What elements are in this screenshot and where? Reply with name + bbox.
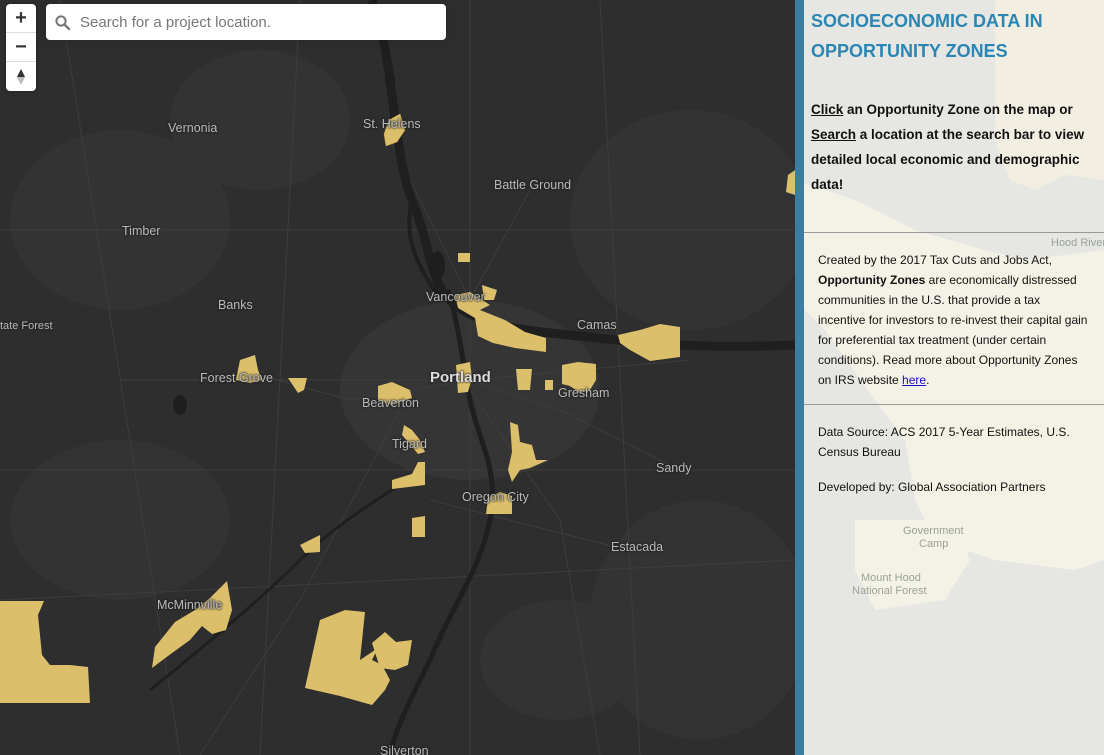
desc-after: are economically distressed communities … bbox=[818, 273, 1088, 387]
intro-text-1: an Opportunity Zone on the map or bbox=[843, 102, 1073, 117]
zoom-control: + − bbox=[6, 4, 36, 91]
zone-west[interactable] bbox=[0, 601, 90, 703]
city-label-forest-grove: Forest Grove bbox=[200, 371, 273, 385]
city-label-camas: Camas bbox=[577, 318, 617, 332]
city-label-banks: Banks bbox=[218, 298, 253, 312]
irs-link[interactable]: here bbox=[902, 373, 926, 387]
search-bar bbox=[46, 4, 446, 40]
city-label-beaverton: Beaverton bbox=[362, 396, 419, 410]
city-label-estacada: Estacada bbox=[611, 540, 664, 554]
city-label-battle-ground: Battle Ground bbox=[494, 178, 572, 192]
compass-button[interactable] bbox=[6, 62, 36, 91]
intro-search: Search bbox=[811, 127, 857, 142]
desc-before: Created by the 2017 Tax Cuts and Jobs Ac… bbox=[818, 253, 1052, 267]
zone-camas[interactable] bbox=[618, 324, 680, 361]
zoom-in-button[interactable]: + bbox=[6, 4, 36, 33]
zone-portland-east-1[interactable] bbox=[516, 369, 532, 390]
search-input[interactable] bbox=[80, 4, 440, 40]
city-label-vernonia: Vernonia bbox=[168, 121, 218, 135]
developed-by: Developed by: Global Association Partner… bbox=[818, 480, 1046, 494]
city-label-silverton: Silverton bbox=[380, 744, 429, 755]
zone-vancouver-north[interactable] bbox=[458, 253, 470, 262]
search-icon bbox=[55, 15, 71, 31]
zoom-out-button[interactable]: − bbox=[6, 33, 36, 62]
compass-icon bbox=[17, 69, 25, 85]
city-label-st-helens: St. Helens bbox=[363, 117, 421, 131]
city-label-tigard: Tigard bbox=[392, 437, 427, 451]
zone-canby[interactable] bbox=[412, 516, 425, 537]
zone-newberg[interactable] bbox=[300, 535, 320, 553]
panel-description: Created by the 2017 Tax Cuts and Jobs Ac… bbox=[818, 250, 1090, 390]
map-base bbox=[0, 0, 795, 755]
city-label-sandy: Sandy bbox=[656, 461, 692, 475]
city-label-gresham: Gresham bbox=[558, 386, 610, 400]
desc-end: . bbox=[926, 373, 930, 387]
city-label-portland: Portland bbox=[430, 369, 491, 386]
intro-click: Click bbox=[811, 102, 844, 117]
city-label-vancouver: Vancouver bbox=[426, 290, 485, 304]
panel-title: SOCIOECONOMIC DATA IN OPPORTUNITY ZONES bbox=[811, 11, 1043, 61]
desc-bold: Opportunity Zones bbox=[818, 273, 926, 287]
zone-portland-east-2[interactable] bbox=[545, 380, 553, 390]
info-panel: SOCIOECONOMIC DATA IN OPPORTUNITY ZONES … bbox=[804, 0, 1104, 755]
panel-accent-stripe bbox=[795, 0, 804, 755]
divider bbox=[804, 404, 1104, 405]
city-label-state-forest: tate Forest bbox=[0, 320, 53, 332]
data-source: Data Source: ACS 2017 5-Year Estimates, … bbox=[818, 425, 1070, 459]
city-label-timber: Timber bbox=[122, 224, 161, 238]
city-label-oregon-city: Oregon City bbox=[462, 490, 529, 504]
panel-intro: Click an Opportunity Zone on the map or … bbox=[811, 97, 1096, 197]
divider bbox=[804, 232, 1104, 233]
city-label-mcminnville: McMinnville bbox=[157, 598, 223, 612]
map[interactable]: Vernonia St. Helens Battle Ground Timber… bbox=[0, 0, 795, 755]
zone-hillsboro[interactable] bbox=[288, 378, 307, 393]
